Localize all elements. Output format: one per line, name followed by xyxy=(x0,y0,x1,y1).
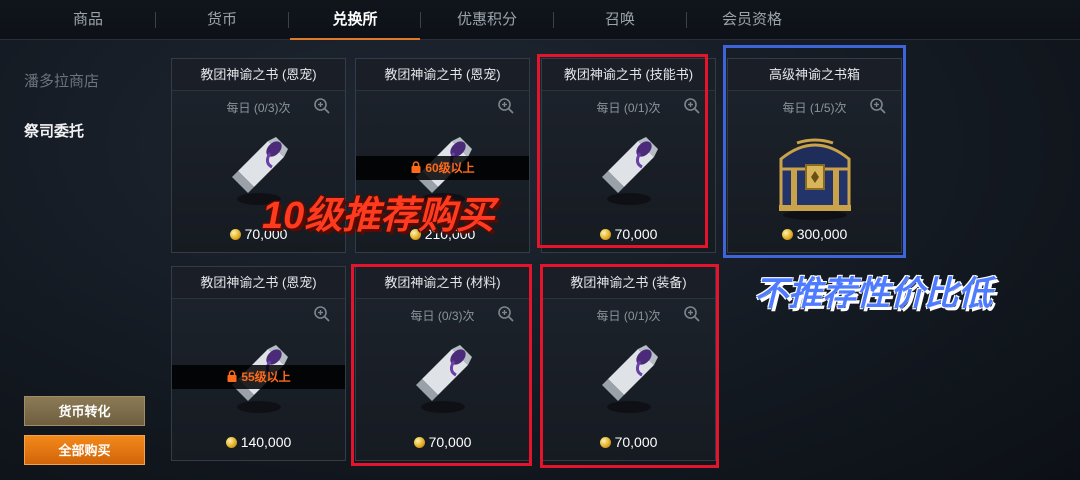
level-lock-band: 60级以上 xyxy=(356,156,529,180)
gold-coin-icon xyxy=(225,437,237,448)
shop-card[interactable]: 教团神谕之书 (恩宠) 55级以上 140,000 xyxy=(171,266,346,461)
sidebar-item-pandora-shop[interactable]: 潘多拉商店 xyxy=(24,70,99,91)
level-lock-band: 55级以上 xyxy=(172,365,345,389)
tab-divider xyxy=(288,12,289,28)
zoom-in-icon[interactable] xyxy=(313,305,331,323)
tab-divider xyxy=(686,12,687,28)
lock-requirement: 55级以上 xyxy=(241,370,291,384)
tab-exchange[interactable]: 兑换所 xyxy=(290,0,420,40)
tab-divider xyxy=(420,12,421,28)
recommend-annotation: 10级推荐购买 xyxy=(262,195,495,237)
recommend-highlight-box xyxy=(540,264,719,468)
tab-discount-points[interactable]: 优惠积分 xyxy=(426,0,548,40)
zoom-in-icon[interactable] xyxy=(497,97,515,115)
lock-icon xyxy=(411,161,421,173)
card-title: 教团神谕之书 (恩宠) xyxy=(356,59,529,91)
tab-membership[interactable]: 会员资格 xyxy=(690,0,814,40)
gold-coin-icon xyxy=(229,229,241,240)
sidebar-item-priest-commission[interactable]: 祭司委托 xyxy=(24,120,84,141)
zoom-in-icon[interactable] xyxy=(313,97,331,115)
tab-summon[interactable]: 召唤 xyxy=(560,0,680,40)
not-recommend-highlight-box xyxy=(723,45,906,258)
tab-currency[interactable]: 货币 xyxy=(162,0,282,40)
buy-all-button[interactable]: 全部购买 xyxy=(24,435,145,465)
recommend-highlight-box xyxy=(537,54,708,248)
top-tab-bar: 商品 货币 兑换所 优惠积分 召唤 会员资格 xyxy=(0,0,1080,40)
card-title: 教团神谕之书 (恩宠) xyxy=(172,267,345,299)
tab-divider xyxy=(553,12,554,28)
price: 140,000 xyxy=(172,434,345,450)
tab-goods[interactable]: 商品 xyxy=(28,0,148,40)
currency-convert-button[interactable]: 货币转化 xyxy=(24,396,145,426)
card-title: 教团神谕之书 (恩宠) xyxy=(172,59,345,91)
price-value: 140,000 xyxy=(240,434,292,450)
lock-requirement: 60级以上 xyxy=(425,161,475,175)
recommend-highlight-box xyxy=(351,264,532,466)
lock-icon xyxy=(227,370,237,382)
not-recommend-annotation: 不推荐性价比低 xyxy=(754,275,992,313)
tab-divider xyxy=(155,12,156,28)
